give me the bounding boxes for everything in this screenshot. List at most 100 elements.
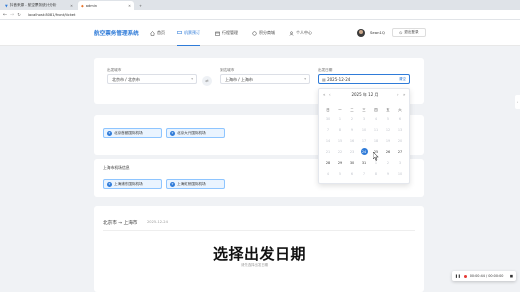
nav-ticket-booking[interactable]: 机票预订 xyxy=(177,20,200,46)
nav-home[interactable]: 首页 xyxy=(150,20,165,46)
browser-tab-1[interactable]: ▼ 抖音来源 - 航空票务统计分析 ✕ xyxy=(2,1,76,10)
nav-personal-center[interactable]: 个人中心 xyxy=(289,20,312,46)
weekday-label: 二 xyxy=(350,108,354,112)
user-icon xyxy=(289,31,294,36)
nav-trip-management[interactable]: 行程管理 xyxy=(215,20,238,46)
day-cell[interactable]: 30 xyxy=(347,159,357,167)
card-title: 上海市机场信息 xyxy=(103,165,130,170)
nav-points-mall[interactable]: 积分商城 xyxy=(252,20,275,46)
airport-chip[interactable]: ✈ 上海浦东国际机场 xyxy=(103,179,162,189)
nav-label: 个人中心 xyxy=(296,30,312,35)
departure-date-input[interactable]: ▦ 2025-12-24 清空 xyxy=(318,74,410,84)
day-cell: 2 xyxy=(386,161,390,165)
nav-label: 首页 xyxy=(157,30,165,35)
logout-button[interactable]: ⏻ 退出登录 xyxy=(392,28,426,37)
day-cell[interactable]: 29 xyxy=(335,159,345,167)
day-cell: 17 xyxy=(361,139,367,143)
app-header: 航空票务管理系统 首页 机票预订 行程管理 积分商城 个人中心 Sean1Q ⏻… xyxy=(0,20,520,46)
day-cell: 12 xyxy=(385,128,391,132)
empty-state-subtitle: 请先选择出发日期 xyxy=(241,263,269,267)
day-cell: 6 xyxy=(398,117,402,121)
airport-icon: ✈ xyxy=(170,181,175,187)
day-cell: 9 xyxy=(350,128,354,132)
weekday-label: 四 xyxy=(374,108,378,112)
logout-icon: ⏻ xyxy=(399,30,403,35)
day-cell: 13 xyxy=(397,128,403,132)
day-cell: 30 xyxy=(325,117,331,121)
route-summary: 北京市 → 上海市 xyxy=(103,220,137,226)
day-cell: 7 xyxy=(362,172,366,176)
route-from: 北京市 xyxy=(103,221,117,226)
airport-icon: ✈ xyxy=(107,181,112,187)
day-cell: 11 xyxy=(373,128,379,132)
weekday-label: 六 xyxy=(398,108,402,112)
day-cell: 5 xyxy=(338,172,342,176)
tab-title: admin xyxy=(85,3,98,8)
day-cell: 15 xyxy=(337,139,343,143)
tab-title: 抖音来源 - 航空票务统计分析 xyxy=(9,3,57,7)
ticket-icon xyxy=(177,31,182,34)
day-cell: 22 xyxy=(337,150,343,154)
to-city-label: 到达城市 xyxy=(220,68,235,72)
to-city-select[interactable]: 上海市 / 上海市 ▾ xyxy=(220,74,310,84)
day-cell: 18 xyxy=(373,139,379,143)
from-city-select[interactable]: 北京市 / 北京市 ▾ xyxy=(107,74,197,84)
calendar-icon xyxy=(215,31,220,36)
airport-chip[interactable]: ✈ 上海虹桥国际机场 xyxy=(166,179,225,189)
airport-name: 北京首都国际机场 xyxy=(114,130,143,135)
calendar-icon: ▦ xyxy=(322,77,326,82)
date-picker-popup: « ‹ 2025 年 12 月 › » 日一二三四五六 30 1 2 3 4 5 6 7 8 9 10… xyxy=(318,88,410,184)
reload-icon[interactable]: ↻ xyxy=(16,12,22,18)
airport-chip[interactable]: ✈ 北京首都国际机场 xyxy=(103,128,162,138)
tab-icon: ▼ xyxy=(5,3,8,8)
browser-tab-bar: ▼ 抖音来源 - 航空票务统计分析 ✕ ◆ admin ✕ + xyxy=(0,0,520,10)
day-cell[interactable]: 27 xyxy=(395,148,405,156)
day-cell: 21 xyxy=(325,150,331,154)
day-cell: 19 xyxy=(385,139,391,143)
stop-icon[interactable]: ■ xyxy=(510,274,513,278)
new-tab-button[interactable]: + xyxy=(136,1,144,10)
arrow-icon: → xyxy=(118,221,123,226)
weekday-label: 日 xyxy=(326,108,330,112)
day-cell-selected[interactable]: 24 xyxy=(359,148,369,156)
airport-name: 上海浦东国际机场 xyxy=(114,181,143,186)
pause-icon[interactable]: ❚❚ xyxy=(455,274,461,278)
day-cell: 7 xyxy=(326,128,330,132)
recorder-widget: ❚❚ 00:00:44 / 00:00:00 ■ xyxy=(452,271,516,281)
airport-name: 上海虹桥国际机场 xyxy=(177,181,206,186)
weekday-label: 五 xyxy=(386,108,390,112)
next-month-icon[interactable]: › xyxy=(397,92,399,97)
home-icon xyxy=(150,30,155,36)
back-icon[interactable]: ← xyxy=(2,12,8,18)
clear-date-button[interactable]: 清空 xyxy=(399,75,406,84)
route-to: 上海市 xyxy=(123,221,138,226)
browser-tab-2[interactable]: ◆ admin ✕ xyxy=(78,1,134,10)
day-cell: 10 xyxy=(397,172,403,176)
next-year-icon[interactable]: » xyxy=(403,92,405,97)
nav-label: 机票预订 xyxy=(184,29,200,35)
close-icon[interactable]: ✕ xyxy=(128,4,131,8)
airport-name: 北京大兴国际机场 xyxy=(177,130,206,135)
day-cell[interactable]: 26 xyxy=(383,148,393,156)
address-bar: ← → ↻ localhost:8081/front/ticket xyxy=(0,10,520,20)
swap-cities-button[interactable]: ⇄ xyxy=(202,76,212,86)
day-cell: 16 xyxy=(349,139,355,143)
close-icon[interactable]: ✕ xyxy=(70,4,73,8)
day-cell: 23 xyxy=(349,150,355,154)
day-cell: 20 xyxy=(397,139,403,143)
forward-icon[interactable]: → xyxy=(9,12,15,18)
side-tab-icon[interactable]: ‹ xyxy=(515,95,520,109)
airport-chip[interactable]: ✈ 北京大兴国际机场 xyxy=(166,128,225,138)
day-cell: 3 xyxy=(362,117,366,121)
picker-header: « ‹ 2025 年 12 月 › » xyxy=(319,92,411,100)
record-dot-icon xyxy=(463,274,467,278)
weekday-label: 一 xyxy=(338,108,342,112)
avatar[interactable] xyxy=(357,29,365,37)
day-cell[interactable]: 28 xyxy=(323,159,333,167)
day-cell[interactable]: 31 xyxy=(359,159,369,167)
url-field[interactable]: localhost:8081/front/ticket xyxy=(28,12,168,18)
day-cell: 5 xyxy=(386,117,390,121)
route-date: 2025-12-24 xyxy=(147,220,168,224)
day-cell: 10 xyxy=(361,128,367,132)
app-logo: 航空票务管理系统 xyxy=(94,31,139,37)
